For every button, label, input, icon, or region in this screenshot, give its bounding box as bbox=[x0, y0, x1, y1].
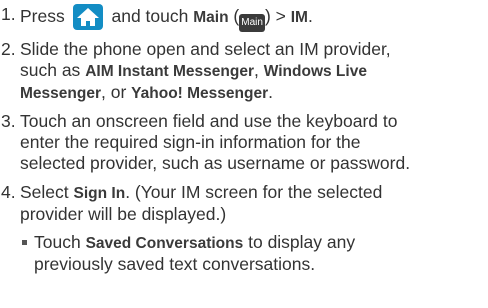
windows-live-label: Messenger bbox=[20, 85, 101, 102]
step-line: selected provider, such as username or p… bbox=[20, 153, 411, 173]
bullet-text: Touch bbox=[34, 232, 81, 252]
main-key-icon: Main bbox=[239, 14, 265, 32]
step-number: 4. bbox=[1, 182, 16, 202]
step-body: Slide the phone open and select an IM pr… bbox=[20, 39, 391, 104]
bullet-line: previously saved text conversations. bbox=[34, 254, 316, 274]
bullet-body: Touch Saved Conversations to display any… bbox=[34, 232, 355, 275]
home-icon bbox=[72, 4, 103, 30]
windows-live-label: Windows Live bbox=[263, 63, 367, 80]
step-text: . bbox=[307, 6, 313, 26]
step-body: Touch an onscreen field and use the keyb… bbox=[20, 111, 410, 174]
step-body: Select Sign In. (Your IM screen for the … bbox=[20, 182, 382, 225]
step-text: , bbox=[254, 60, 259, 80]
yahoo-label: Yahoo! Messenger bbox=[131, 85, 269, 102]
step-text: Press bbox=[20, 6, 65, 26]
step-text: such as bbox=[20, 60, 81, 80]
step-body: Press and touch Main (Main) > IM. bbox=[20, 4, 313, 32]
main-label: Main bbox=[193, 9, 229, 26]
bullet-line: Touch Saved Conversations to display any bbox=[34, 232, 355, 254]
step-line: such as AIM Instant Messenger, Windows L… bbox=[20, 60, 391, 82]
bullet-square-icon bbox=[22, 240, 27, 245]
step-line: Touch an onscreen field and use the keyb… bbox=[20, 111, 398, 131]
manual-instructions: 1. Press and touch Main (Main) > IM. 2. … bbox=[0, 0, 488, 308]
sign-in-label: Sign In bbox=[73, 185, 126, 202]
step-number: 2. bbox=[1, 39, 16, 59]
step-line: Slide the phone open and select an IM pr… bbox=[20, 39, 391, 59]
im-label: IM bbox=[290, 9, 308, 26]
step-text: , or bbox=[100, 82, 127, 102]
step-text: ) > bbox=[264, 6, 286, 26]
bullet-text: to display any bbox=[248, 232, 356, 252]
step-line: provider will be displayed.) bbox=[20, 204, 227, 224]
step-number: 1. bbox=[1, 4, 16, 24]
step-text: . (Your IM screen for the selected bbox=[125, 182, 383, 202]
step-text: and touch bbox=[111, 6, 189, 26]
step-number: 3. bbox=[1, 111, 16, 131]
step-line: Select Sign In. (Your IM screen for the … bbox=[20, 182, 382, 204]
step-text: Select bbox=[20, 182, 69, 202]
step-line: Press and touch Main (Main) > IM. bbox=[20, 4, 313, 32]
step-line: enter the required sign-in information f… bbox=[20, 132, 361, 152]
saved-conversations-label: Saved Conversations bbox=[85, 235, 244, 252]
aim-label: AIM Instant Messenger bbox=[85, 63, 254, 80]
step-text: . bbox=[268, 82, 273, 102]
step-line: Messenger, or Yahoo! Messenger. bbox=[20, 82, 391, 104]
